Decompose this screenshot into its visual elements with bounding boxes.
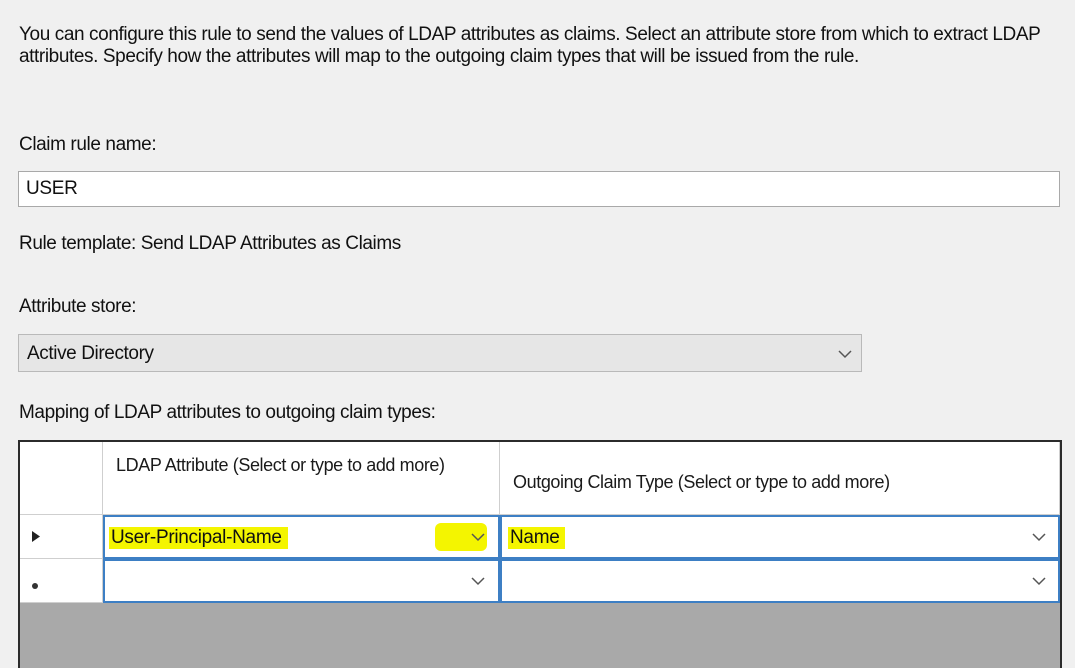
row-header[interactable]	[20, 515, 103, 559]
chevron-down-icon[interactable]	[470, 532, 486, 542]
row-pointer-icon	[31, 530, 41, 548]
chevron-down-icon[interactable]	[837, 349, 853, 359]
mapping-label: Mapping of LDAP attributes to outgoing c…	[19, 402, 436, 423]
attribute-store-value: Active Directory	[27, 343, 154, 364]
rule-description: You can configure this rule to send the …	[19, 24, 1041, 67]
column-header-ldap-attribute-text: LDAP Attribute (Select or type to add mo…	[116, 455, 445, 475]
new-row-icon	[31, 577, 39, 595]
chevron-down-icon[interactable]	[1031, 532, 1047, 542]
ldap-attribute-cell[interactable]: User-Principal-Name	[103, 515, 500, 559]
column-header-claim-type[interactable]: Outgoing Claim Type (Select or type to a…	[500, 442, 1060, 515]
claim-rule-name-input[interactable]: USER	[18, 171, 1060, 207]
attribute-store-dropdown[interactable]: Active Directory	[18, 334, 862, 372]
attribute-store-label: Attribute store:	[19, 296, 137, 317]
rule-template-text: Rule template: Send LDAP Attributes as C…	[19, 233, 401, 254]
column-header-claim-type-text: Outgoing Claim Type (Select or type to a…	[513, 472, 890, 492]
claim-rule-name-label: Claim rule name:	[19, 134, 157, 155]
grid-header-row: LDAP Attribute (Select or type to add mo…	[20, 442, 1060, 515]
mapping-grid[interactable]: LDAP Attribute (Select or type to add mo…	[18, 440, 1062, 668]
grid-corner-cell	[20, 442, 103, 515]
table-row[interactable]	[20, 559, 1060, 603]
claim-type-value: Name	[508, 527, 566, 549]
row-header[interactable]	[20, 559, 103, 603]
chevron-down-icon[interactable]	[470, 576, 486, 586]
ldap-attribute-value: User-Principal-Name	[109, 527, 288, 549]
chevron-down-icon[interactable]	[1031, 576, 1047, 586]
column-header-ldap-attribute[interactable]: LDAP Attribute (Select or type to add mo…	[103, 442, 500, 515]
ldap-attribute-cell[interactable]	[103, 559, 500, 603]
claim-type-cell[interactable]	[500, 559, 1060, 603]
claim-type-cell[interactable]: Name	[500, 515, 1060, 559]
table-row[interactable]: User-Principal-Name Name	[20, 515, 1060, 559]
